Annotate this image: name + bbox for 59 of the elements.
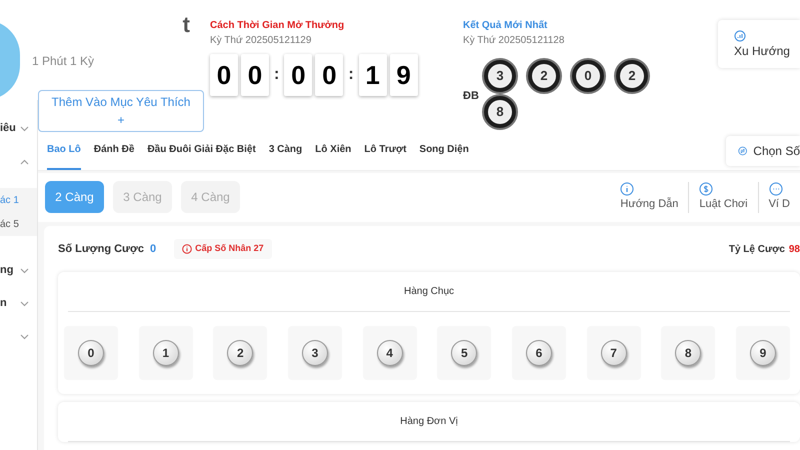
game-title: t	[182, 14, 191, 36]
game-tab[interactable]: Lô Trượt	[364, 132, 406, 170]
draw-number: Kỳ Thứ 202505121129	[210, 34, 312, 48]
multiplier-badge: Cấp Số Nhân 27	[174, 239, 272, 259]
action-link[interactable]: Hướng Dẫn	[610, 182, 688, 213]
game-tab[interactable]: Song Diện	[419, 132, 469, 170]
chevron-down-icon	[20, 334, 29, 340]
game-tab[interactable]: Đánh Đề	[94, 132, 134, 170]
game-tab[interactable]: Lô Xiên	[315, 132, 352, 170]
countdown-digit: 0	[284, 54, 312, 96]
favorite-button[interactable]: Thêm Vào Mục Yêu Thích +	[38, 90, 204, 132]
draw-number: Kỳ Thứ 202505121128	[463, 34, 566, 48]
countdown-digit: 9	[390, 54, 418, 96]
chevron-down-icon	[20, 268, 29, 274]
chevron-down-icon	[20, 300, 29, 306]
action-link[interactable]: Luật Chơi	[688, 182, 758, 213]
info-icon	[620, 182, 634, 196]
game-tab[interactable]: 3 Càng	[268, 132, 302, 170]
number-option[interactable]: 4	[362, 326, 417, 380]
countdown-separator: :	[347, 65, 355, 85]
sidebar-subitem[interactable]: ác 5	[0, 212, 37, 236]
section-title: Hàng Đơn Vị	[400, 415, 458, 429]
sidebar-item[interactable]: n	[0, 287, 37, 320]
trend-button[interactable]: Xu Hướng	[718, 20, 800, 68]
more-icon	[768, 182, 783, 196]
number-option[interactable]: 0	[64, 326, 118, 380]
countdown-digit: 0	[315, 54, 344, 96]
number-option[interactable]: 8	[661, 326, 716, 380]
number-option[interactable]: 5	[437, 326, 492, 380]
number-option[interactable]: 7	[586, 326, 641, 380]
sidebar-item[interactable]: iêu	[0, 112, 37, 145]
info-icon	[182, 244, 192, 254]
countdown-digit: 1	[358, 54, 387, 96]
countdown-separator: :	[273, 65, 280, 85]
latest-result-title: Kết Quả Mới Nhất	[463, 19, 548, 33]
number-option[interactable]: 9	[736, 326, 790, 380]
number-option[interactable]: 2	[213, 326, 268, 380]
countdown-digit: 0	[241, 54, 269, 96]
bet-count-value: 0	[150, 242, 156, 257]
odds-label: Tỷ Lệ Cược	[728, 242, 785, 256]
swap-icon	[738, 145, 748, 158]
chevron-up-icon	[20, 158, 29, 164]
action-link[interactable]: Ví D	[758, 182, 800, 213]
sidebar-item[interactable]: ng	[0, 254, 37, 287]
section-title: Hàng Chục	[404, 285, 454, 299]
dollar-icon	[699, 182, 714, 196]
countdown-digit: 0	[210, 54, 238, 96]
bet-count-label: Số Lượng Cược	[58, 242, 144, 257]
countdown-title: Cách Thời Gian Mở Thưởng	[210, 19, 346, 33]
number-option[interactable]: 1	[138, 326, 193, 380]
special-prize-label: ĐB	[463, 89, 480, 104]
period-text: 1 Phút 1 Kỳ	[32, 53, 96, 70]
game-tab[interactable]: Đầu Đuôi Giải Đặc Biệt	[147, 132, 256, 170]
number-option[interactable]: 3	[288, 326, 342, 380]
chart-icon	[734, 30, 746, 42]
pick-number-button[interactable]: Chọn Số	[726, 136, 800, 166]
odds-value: 98	[788, 242, 800, 256]
number-option[interactable]: 6	[512, 326, 566, 380]
chevron-down-icon	[20, 126, 29, 132]
